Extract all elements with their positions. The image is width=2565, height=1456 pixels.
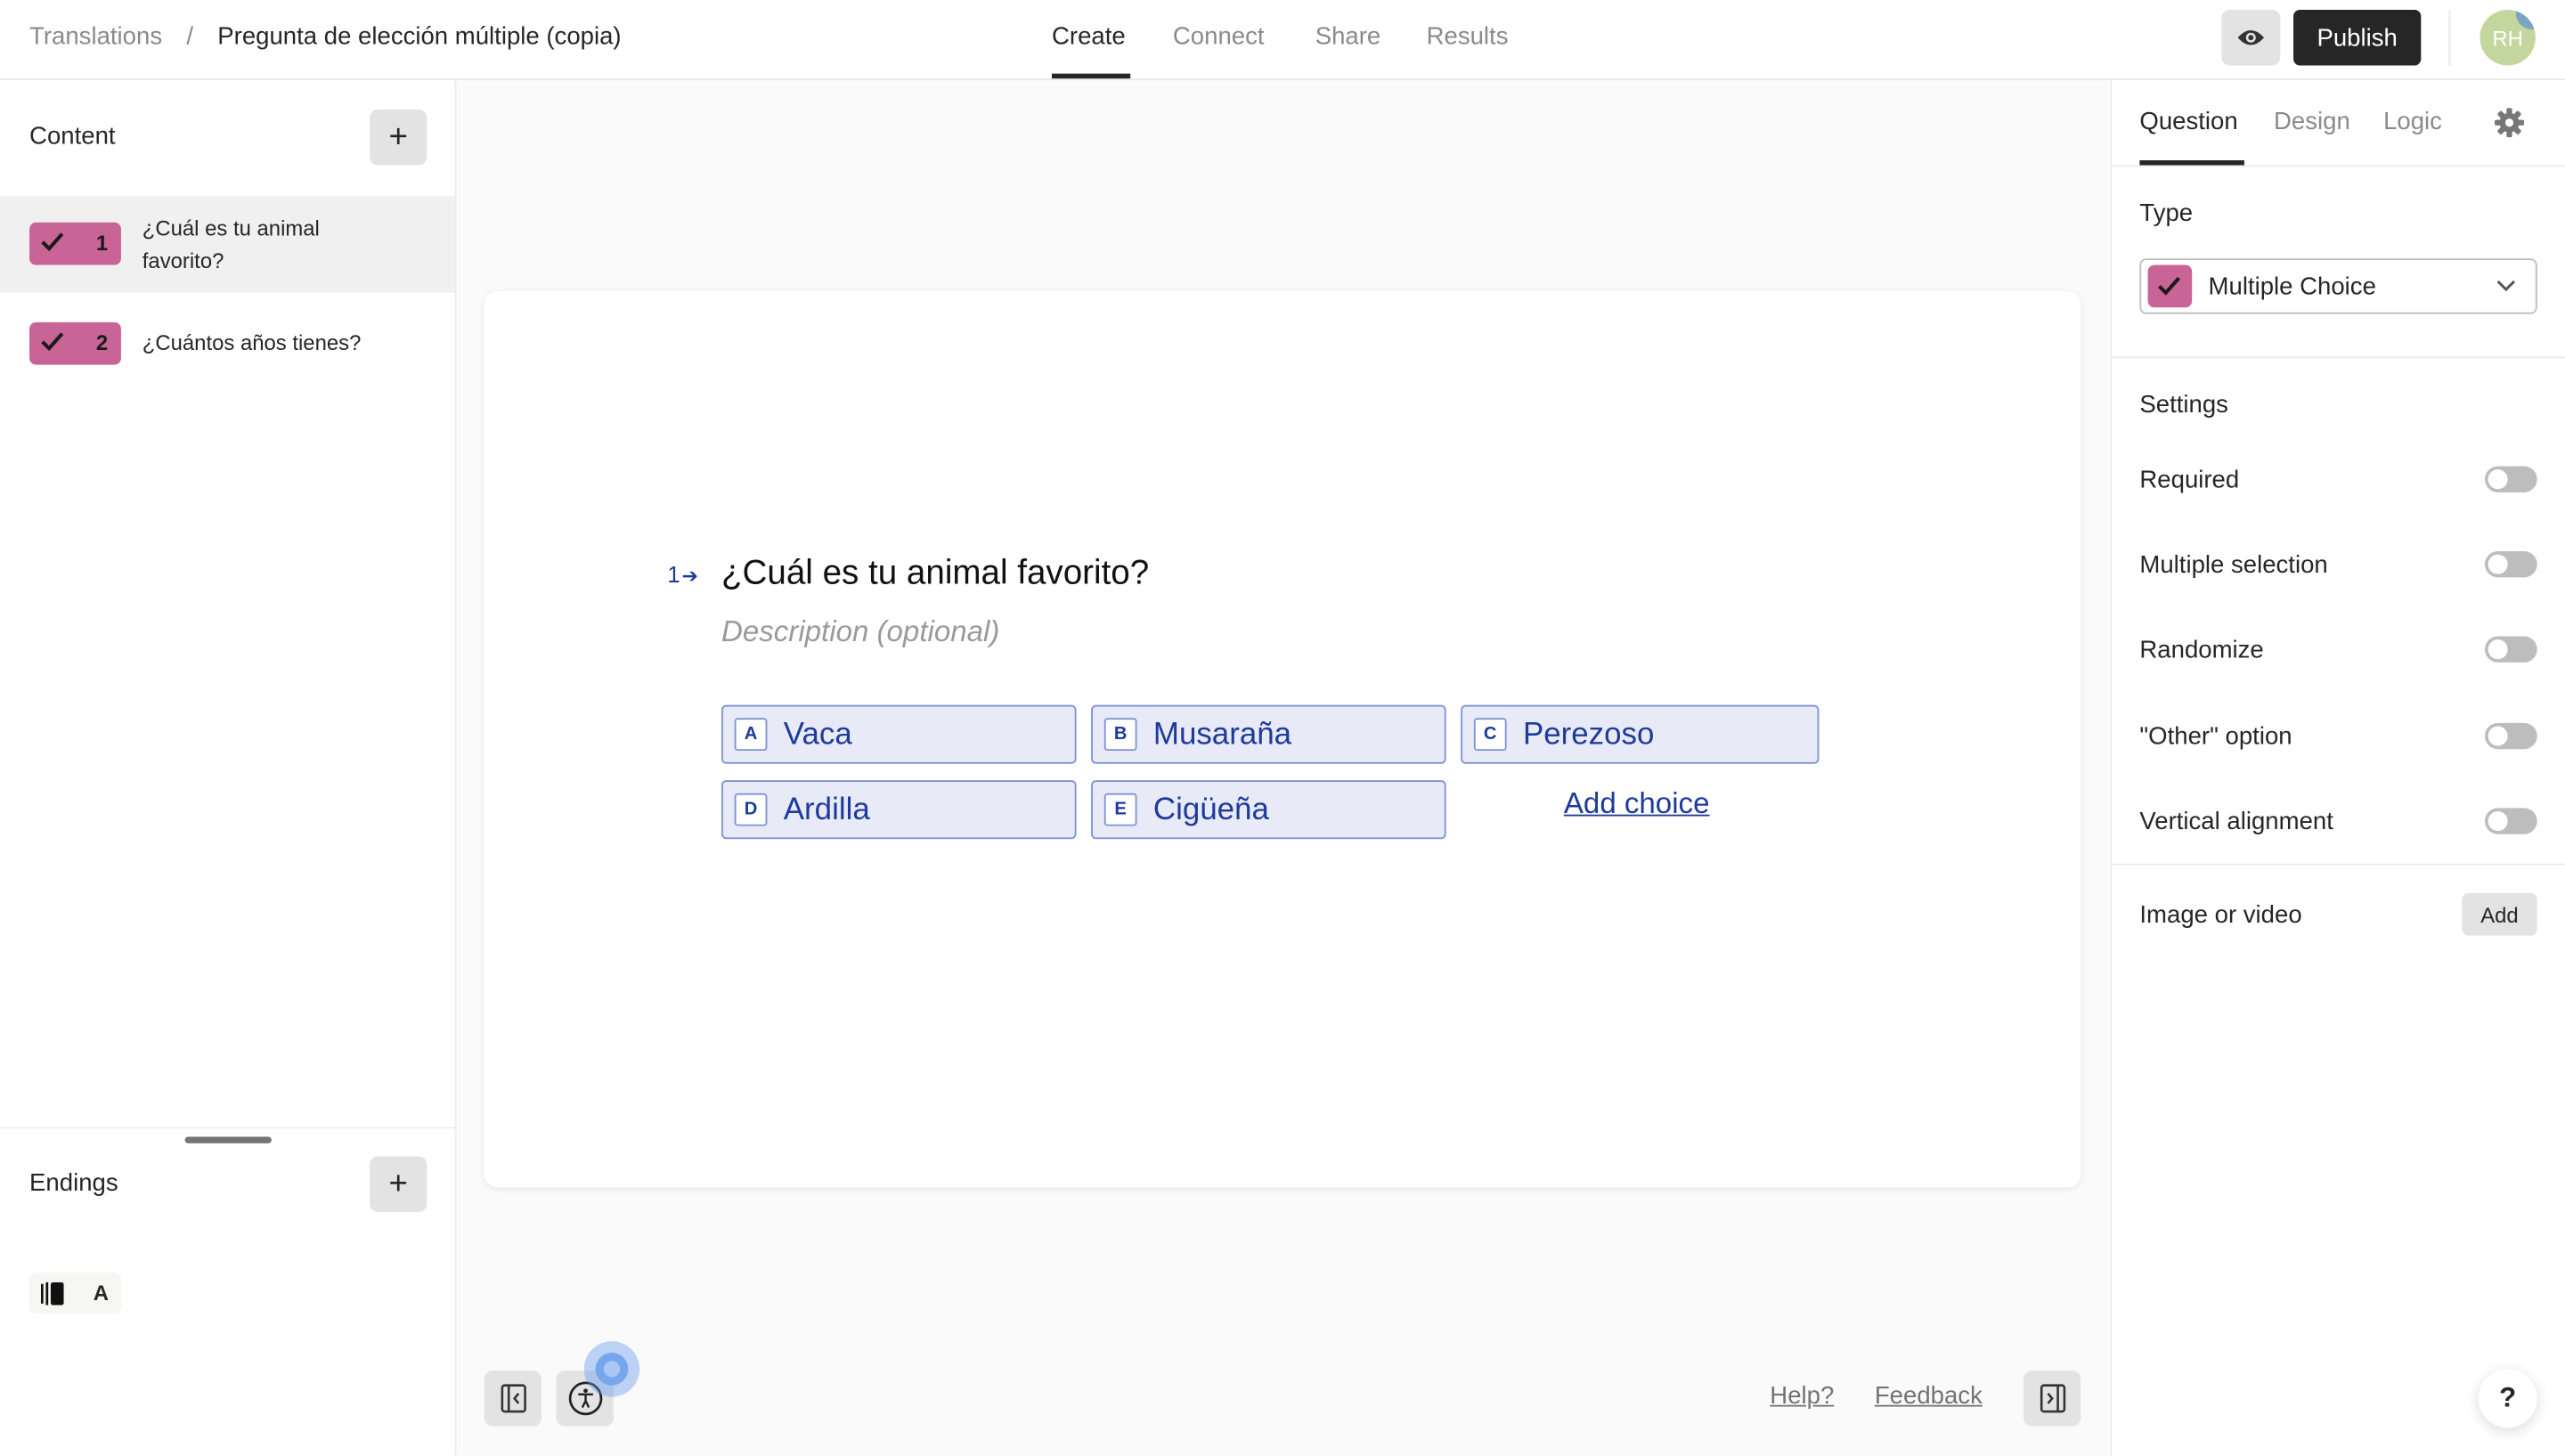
breadcrumb-form-title[interactable]: Pregunta de elección múltiple (copia) xyxy=(217,23,621,51)
choice-d[interactable]: D Ardilla xyxy=(721,780,1077,840)
setting-randomize-label: Randomize xyxy=(2139,636,2264,664)
chevron-down-icon xyxy=(2496,280,2516,292)
breadcrumb-translations[interactable]: Translations xyxy=(29,23,162,51)
choice-b[interactable]: B Musaraña xyxy=(1091,704,1446,764)
question-type-value: Multiple Choice xyxy=(2208,272,2376,301)
endings-title: Endings xyxy=(29,1169,118,1198)
choice-key: E xyxy=(1103,793,1137,826)
ending-list-item[interactable]: A xyxy=(29,1272,121,1314)
setting-required-label: Required xyxy=(2139,466,2240,494)
choice-label: Musaraña xyxy=(1152,718,1292,752)
arrow-right-icon: ➔ xyxy=(681,564,699,588)
collapse-left-panel-button[interactable] xyxy=(484,1371,542,1427)
divider xyxy=(0,1127,455,1129)
setting-multiple-selection-label: Multiple selection xyxy=(2139,550,2328,580)
help-bubble-button[interactable]: ? xyxy=(2478,1369,2537,1428)
setting-vertical-alignment-label: Vertical alignment xyxy=(2139,808,2333,836)
type-label: Type xyxy=(2139,199,2194,228)
question-title: ¿Cuántos años tienes? xyxy=(142,330,362,355)
question-settings-panel: Question Design Logic Type Multiple Choi… xyxy=(2110,79,2565,1456)
add-choice-link[interactable]: Add choice xyxy=(1564,786,1710,821)
question-number: 2 xyxy=(95,330,109,355)
other-option-toggle[interactable] xyxy=(2484,722,2537,750)
choice-label: Cigüeña xyxy=(1152,793,1269,828)
top-bar: Translations / Pregunta de elección múlt… xyxy=(0,0,2565,80)
help-link[interactable]: Help? xyxy=(1770,1382,1834,1410)
choice-key: C xyxy=(1473,718,1507,752)
question-mark-icon: ? xyxy=(2499,1382,2517,1413)
required-toggle[interactable] xyxy=(2484,466,2537,492)
choice-label: Vaca xyxy=(783,718,852,752)
question-badge: 2 xyxy=(29,321,121,365)
click-indicator xyxy=(583,1341,640,1397)
feedback-link[interactable]: Feedback xyxy=(1875,1382,1983,1410)
choice-label: Perezoso xyxy=(1522,718,1655,752)
tab-active-indicator xyxy=(1051,73,1131,79)
ending-icon xyxy=(40,1281,64,1306)
panel-left-icon xyxy=(500,1384,525,1413)
eye-icon xyxy=(2237,29,2264,45)
gear-icon[interactable] xyxy=(2494,108,2525,138)
collapse-right-panel-button[interactable] xyxy=(2023,1371,2081,1427)
resize-handle[interactable] xyxy=(184,1136,272,1143)
tab-share[interactable]: Share xyxy=(1315,23,1381,51)
multiple-selection-toggle[interactable] xyxy=(2484,550,2537,578)
settings-label: Settings xyxy=(2139,390,2228,419)
choice-key: B xyxy=(1103,718,1137,752)
choice-key: D xyxy=(734,793,768,826)
tab-question[interactable]: Question xyxy=(2139,108,2237,135)
multiple-choice-icon xyxy=(2147,264,2193,308)
description-input[interactable]: Description (optional) xyxy=(721,615,999,650)
content-title: Content xyxy=(29,122,116,150)
preview-button[interactable] xyxy=(2221,10,2281,66)
plus-icon: + xyxy=(388,1165,408,1202)
question-card: 1 ➔ ¿Cuál es tu animal favorito? Descript… xyxy=(484,290,2081,1188)
choice-e[interactable]: E Cigüeña xyxy=(1091,780,1446,840)
publish-label: Publish xyxy=(2317,23,2398,52)
question-number: 1 xyxy=(95,230,109,256)
image-or-video-label: Image or video xyxy=(2139,901,2302,930)
question-list-item[interactable]: 2 ¿Cuántos años tienes? xyxy=(0,293,455,391)
question-title: ¿Cuál es tu animal favorito? xyxy=(142,216,320,273)
publish-button[interactable]: Publish xyxy=(2293,10,2422,66)
vertical-alignment-toggle[interactable] xyxy=(2484,808,2537,834)
add-content-button[interactable]: + xyxy=(370,110,428,166)
choice-a[interactable]: A Vaca xyxy=(721,704,1077,764)
avatar[interactable]: RH xyxy=(2480,10,2536,66)
ending-label: A xyxy=(93,1281,109,1306)
divider xyxy=(2112,863,2565,866)
add-media-button[interactable]: Add xyxy=(2462,892,2537,936)
choice-c[interactable]: C Perezoso xyxy=(1461,704,1820,764)
divider xyxy=(2112,165,2565,167)
question-title-input[interactable]: ¿Cuál es tu animal favorito? xyxy=(721,555,1149,594)
tab-results[interactable]: Results xyxy=(1427,23,1509,51)
check-icon xyxy=(41,232,64,252)
setting-other-option-label: "Other" option xyxy=(2139,722,2292,752)
divider xyxy=(2112,356,2565,359)
breadcrumb-separator: / xyxy=(186,22,194,51)
divider xyxy=(2448,10,2451,66)
question-number: 1 ➔ xyxy=(667,560,699,588)
plus-icon: + xyxy=(388,118,408,155)
question-type-select[interactable]: Multiple Choice xyxy=(2139,258,2537,314)
content-sidebar: Content + 1 ¿Cuál es tu animal favorito?… xyxy=(0,79,457,1456)
question-list-item[interactable]: 1 ¿Cuál es tu animal favorito? xyxy=(0,196,455,293)
tab-connect[interactable]: Connect xyxy=(1173,23,1265,51)
choice-key: A xyxy=(734,718,768,752)
add-ending-button[interactable]: + xyxy=(370,1156,428,1212)
tab-logic[interactable]: Logic xyxy=(2383,108,2442,135)
tab-design[interactable]: Design xyxy=(2274,108,2350,135)
choice-label: Ardilla xyxy=(783,793,870,828)
tab-create[interactable]: Create xyxy=(1052,23,1126,51)
question-badge: 1 xyxy=(29,222,121,265)
avatar-initials: RH xyxy=(2492,25,2523,51)
check-icon xyxy=(41,332,64,352)
panel-right-icon xyxy=(2039,1384,2065,1413)
randomize-toggle[interactable] xyxy=(2484,636,2537,663)
add-media-label: Add xyxy=(2480,901,2519,927)
